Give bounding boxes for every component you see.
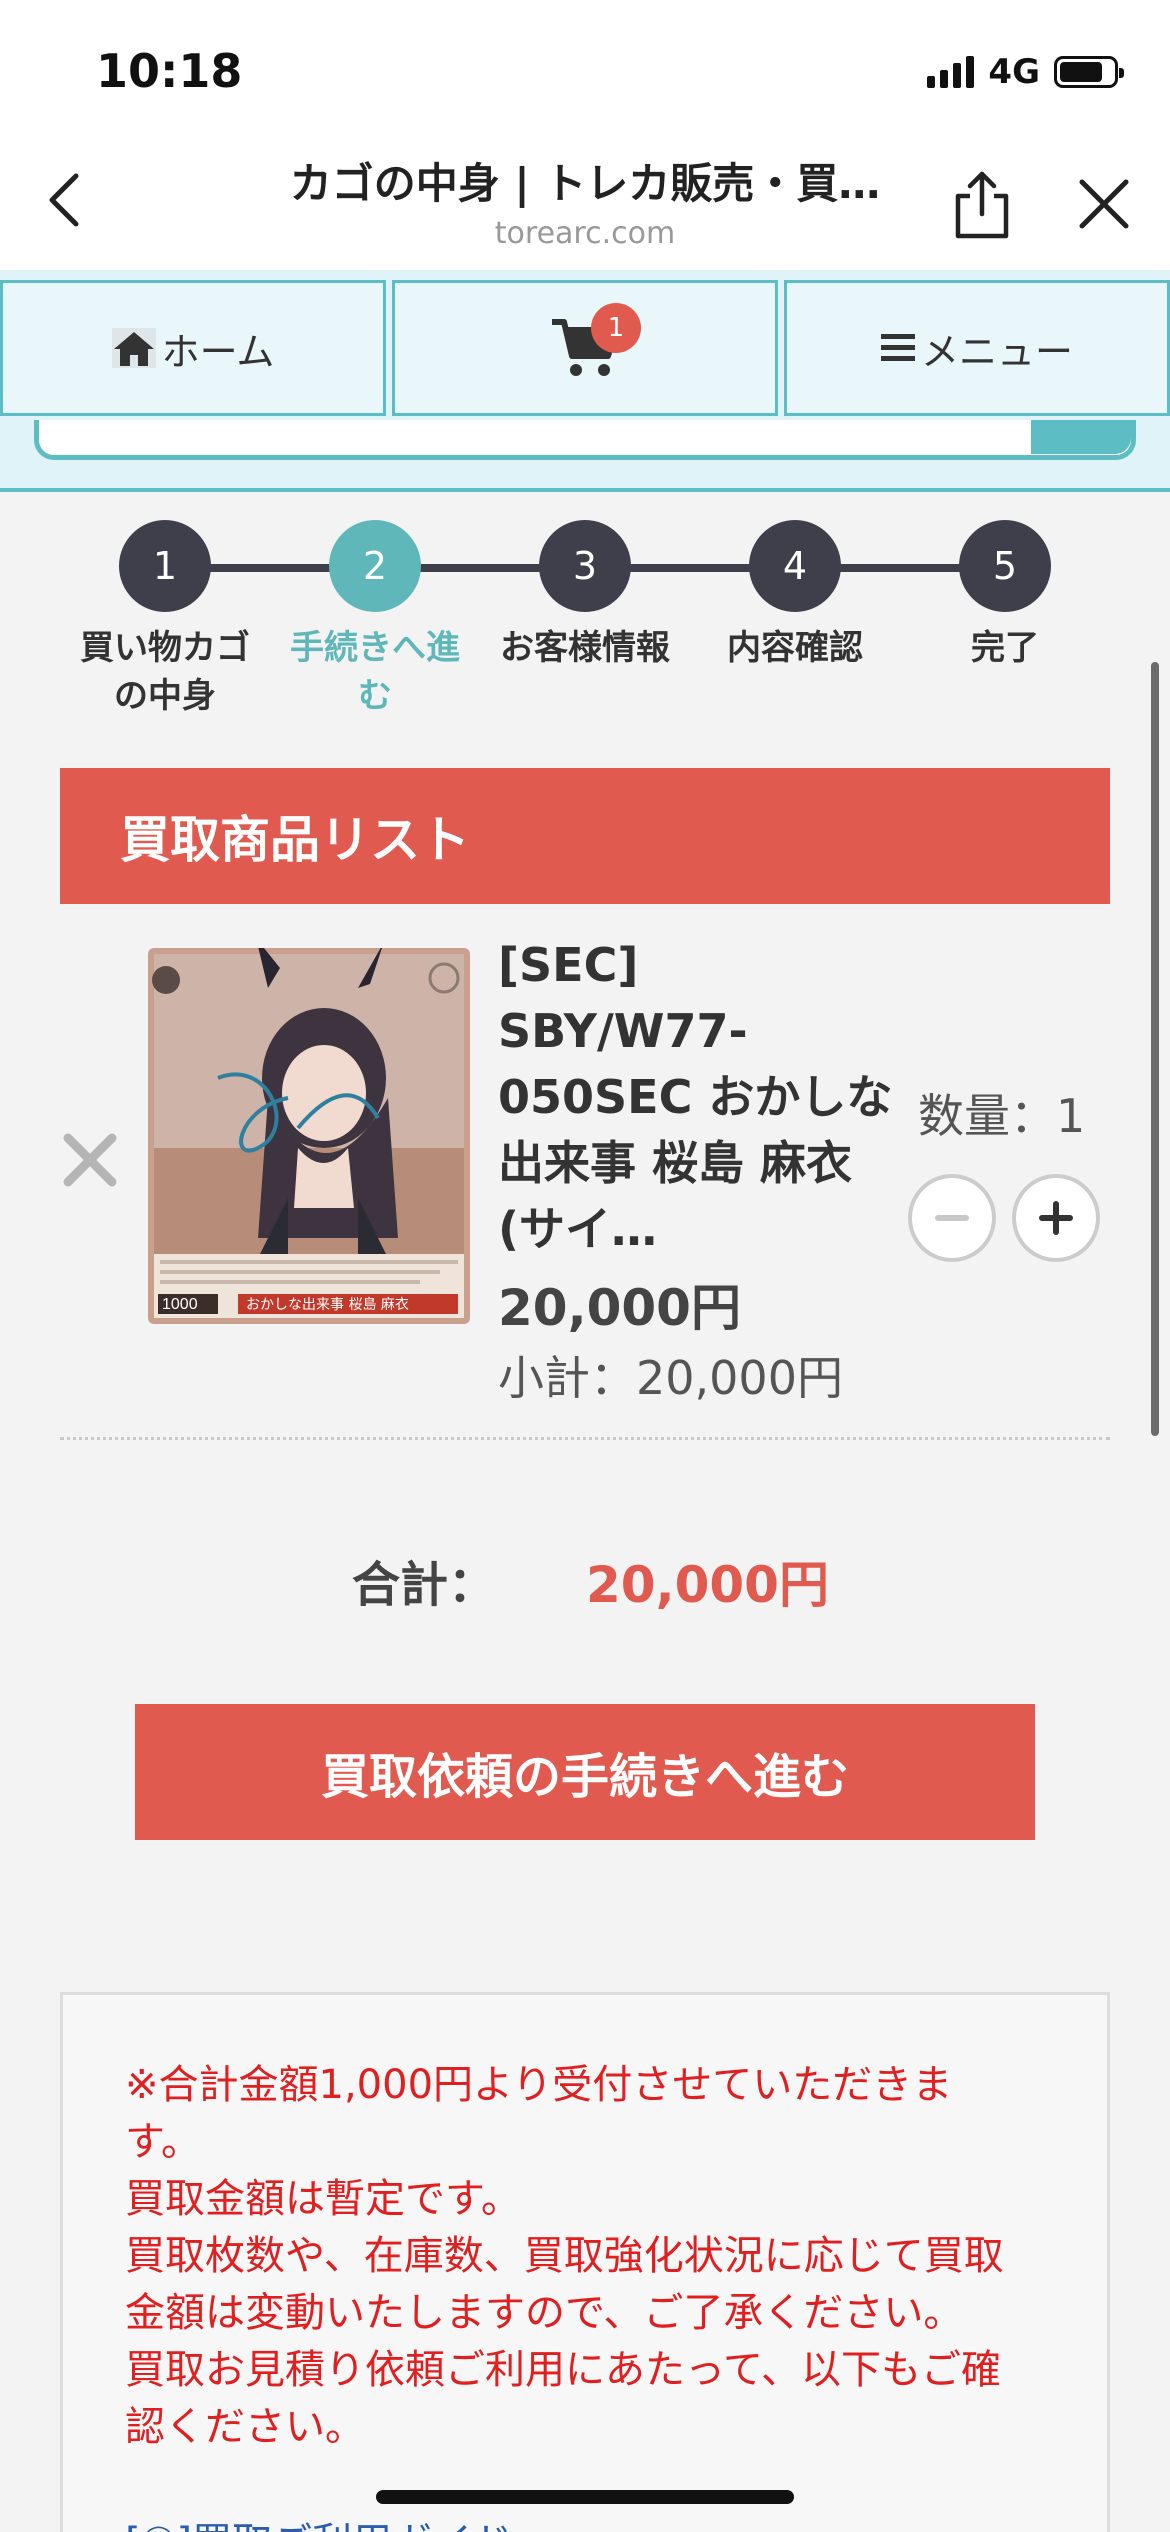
step-label: 完了 (971, 628, 1039, 668)
step-number: 2 (329, 520, 421, 612)
menu-label: メニュー (920, 329, 1073, 374)
item-price: 20,000円 (498, 1279, 741, 1337)
step-number: 1 (119, 520, 211, 612)
status-bar: 10:18 4G (0, 0, 1170, 140)
page-title: カゴの中身 | トレカ販売・買… (289, 159, 881, 208)
menu-tab[interactable]: メニュー (784, 280, 1170, 416)
step-number: 3 (539, 520, 631, 612)
proceed-purchase-button[interactable]: 買取依頼の手続きへ進む (135, 1704, 1035, 1840)
quantity-decrease-button[interactable] (908, 1174, 996, 1262)
step-label: 手続きへ進 む (290, 628, 460, 716)
total-label: 合計： (352, 1557, 497, 1613)
close-icon[interactable] (1076, 176, 1132, 232)
card-artwork: 1000 おかしな出来事 桜島 麻衣 (148, 948, 470, 1324)
step-2: 2 手続きへ進 む (270, 520, 480, 720)
step-3: 3 お客様情報 (480, 520, 690, 672)
notice-box: ※合計金額1,000円より受付させていただきま す。 買取金額は暫定です。 買取… (60, 1992, 1110, 2532)
step-label: お客様情報 (500, 628, 670, 668)
cart-count-badge: 1 (591, 303, 641, 353)
step-label: 内容確認 (727, 628, 863, 668)
item-subtotal: 小計：20,000円 (498, 1351, 843, 1405)
checkout-steps: 1 買い物カゴ の中身 2 手続きへ進 む 3 お客様情報 4 内容確認 5 完… (60, 520, 1110, 720)
network-type: 4G (988, 52, 1040, 92)
browser-toolbar: カゴの中身 | トレカ販売・買… torearc.com (0, 140, 1170, 270)
battery-icon (1054, 56, 1124, 88)
scrollbar[interactable] (1151, 662, 1159, 1436)
back-icon[interactable] (36, 170, 96, 230)
item-name[interactable]: [SEC] SBY/W77-050SEC おかしな出来事 桜島 麻衣(サイ… (498, 932, 898, 1262)
step-1: 1 買い物カゴ の中身 (60, 520, 270, 720)
search-bar[interactable] (34, 420, 1136, 460)
signal-icon (927, 56, 975, 88)
page-url[interactable]: torearc.com (150, 216, 1020, 251)
card-cost-badge: 1000 (162, 1296, 198, 1313)
cart-tab[interactable]: 1 (392, 280, 778, 416)
site-navigation: ホーム 1 メニュー (0, 270, 1170, 492)
minus-icon (935, 1215, 969, 1221)
share-icon[interactable] (950, 170, 1014, 240)
section-title: 買取商品リスト (60, 768, 1110, 904)
step-number: 4 (749, 520, 841, 612)
notice-text: ※合計金額1,000円より受付させていただきま す。 買取金額は暫定です。 買取… (125, 2062, 1004, 2450)
home-tab[interactable]: ホーム (0, 280, 386, 416)
step-label: 買い物カゴ の中身 (80, 628, 250, 716)
home-label: ホーム (161, 329, 275, 374)
plus-icon (1039, 1201, 1073, 1235)
quantity-increase-button[interactable] (1012, 1174, 1100, 1262)
step-4: 4 内容確認 (690, 520, 900, 672)
guide-link[interactable]: [①]買取ご利用ガイド (125, 2510, 1047, 2532)
card-image[interactable]: 1000 おかしな出来事 桜島 麻衣 (148, 948, 470, 1324)
cart-item: 1000 おかしな出来事 桜島 麻衣 [SEC] SBY/W77-050SEC … (60, 930, 1110, 1440)
step-number: 5 (959, 520, 1051, 612)
remove-item-icon[interactable] (60, 1130, 120, 1190)
quantity-label: 数量：1 (918, 1089, 1086, 1143)
status-indicators: 4G (927, 52, 1124, 92)
step-5: 5 完了 (900, 520, 1110, 672)
total-value: 20,000円 (586, 1556, 829, 1614)
status-time: 10:18 (96, 44, 243, 98)
home-icon (111, 328, 156, 368)
home-indicator (376, 2490, 794, 2504)
card-title-text: おかしな出来事 桜島 麻衣 (246, 1297, 409, 1313)
hamburger-icon (880, 334, 915, 361)
